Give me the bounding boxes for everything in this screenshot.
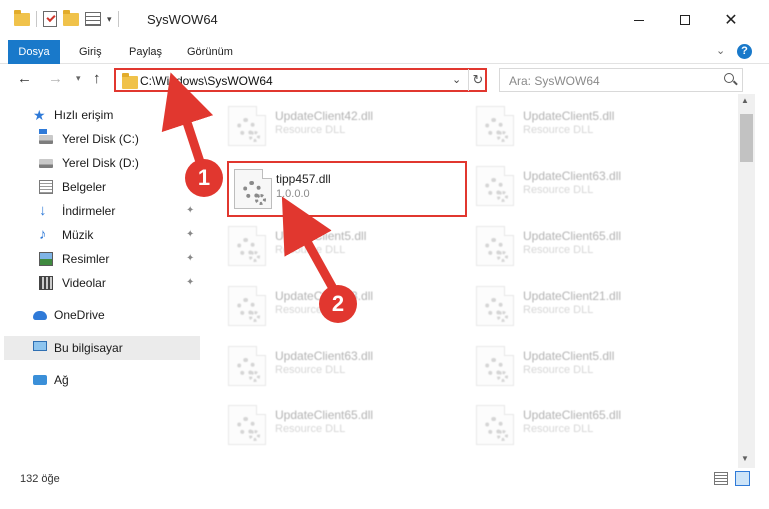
arrow-to-file: [281, 196, 339, 295]
annotation-arrows: [161, 72, 339, 295]
step-1-badge: 1: [185, 159, 223, 197]
step-2-badge: 2: [319, 285, 357, 323]
arrow-to-address-bar: [161, 72, 214, 170]
